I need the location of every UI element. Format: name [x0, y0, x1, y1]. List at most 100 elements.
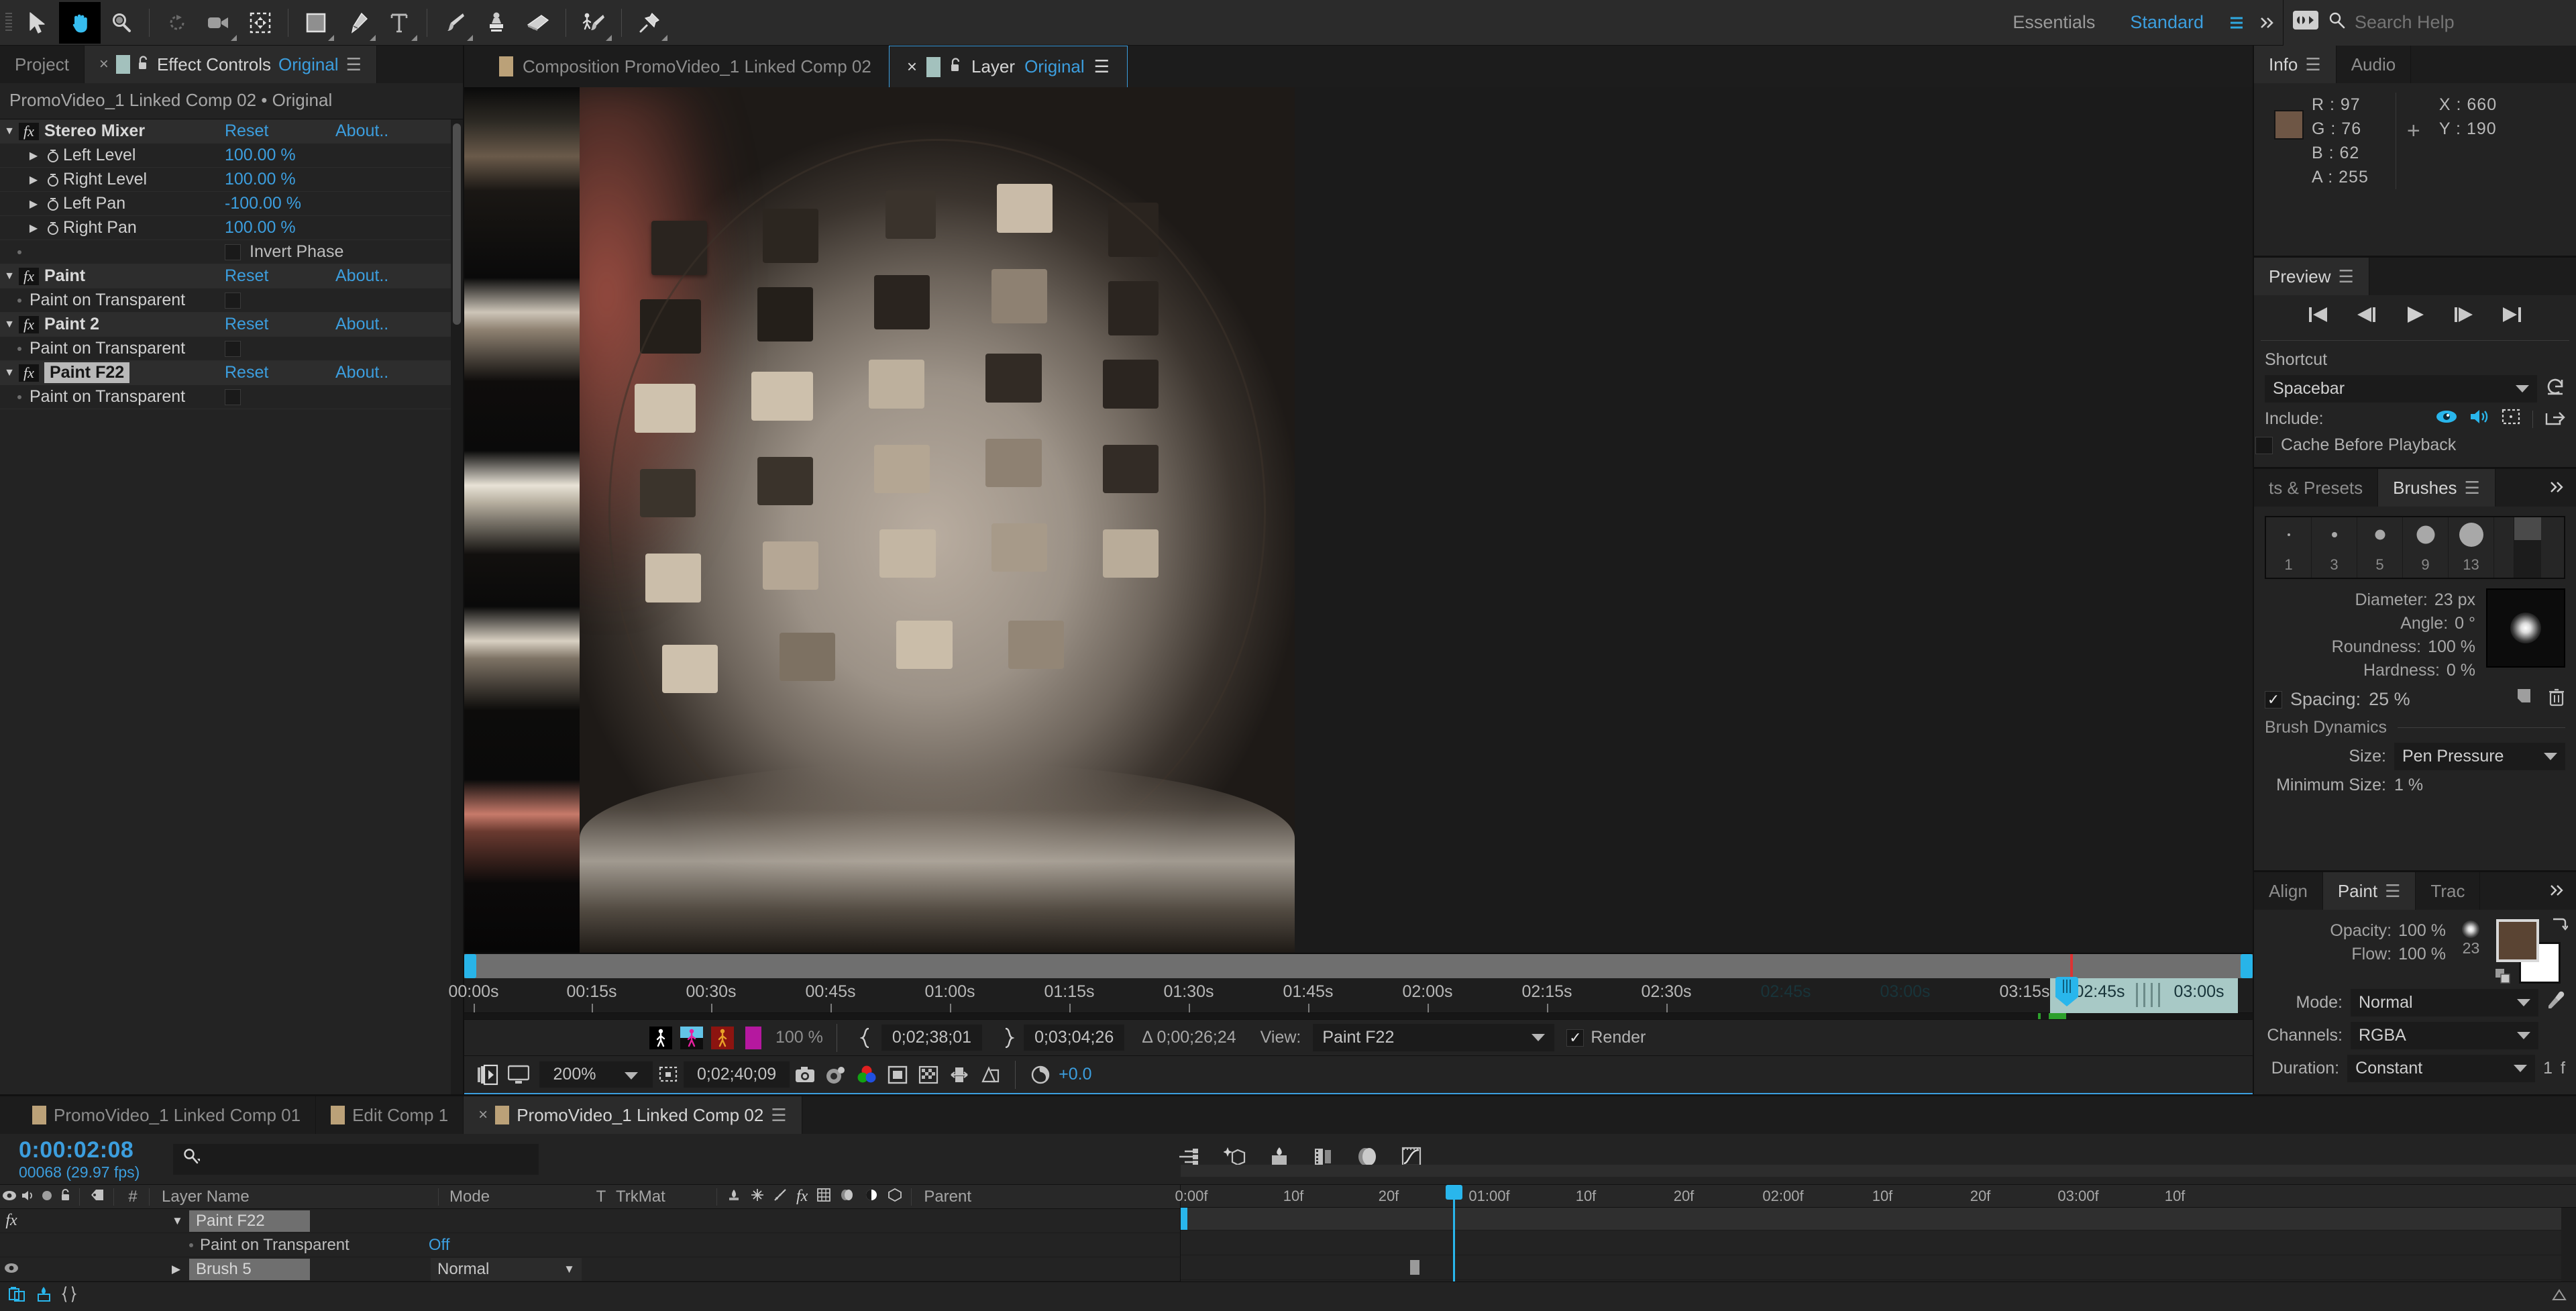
property-row-right-pan[interactable]: ▶ Right Pan 100.00 %: [0, 216, 463, 240]
panel-overflow-icon[interactable]: [2549, 881, 2567, 902]
paint-on-transparent-checkbox[interactable]: [225, 388, 241, 405]
reset-link[interactable]: Reset: [225, 121, 268, 141]
show-snapshot-icon[interactable]: [820, 1060, 851, 1090]
stopwatch-icon[interactable]: [43, 221, 63, 235]
lock-icon[interactable]: [950, 56, 962, 77]
diameter-value[interactable]: 23 px: [2434, 590, 2475, 610]
column-layer-name[interactable]: Layer Name: [150, 1188, 438, 1206]
layer-name[interactable]: Brush 5: [189, 1258, 310, 1280]
audio-include-icon[interactable]: [2469, 409, 2489, 429]
rotation-tool[interactable]: [156, 2, 198, 44]
close-icon[interactable]: ×: [907, 56, 917, 77]
brush-preset-5[interactable]: 5: [2357, 517, 2403, 578]
audio-toggle-icon[interactable]: [19, 1188, 38, 1206]
duration-frames[interactable]: 1: [2543, 1059, 2553, 1078]
switch-fx-icon[interactable]: fx: [796, 1188, 808, 1206]
layer-duration-bar[interactable]: [1181, 1208, 2576, 1230]
tab-brushes[interactable]: Brushes ☰: [2378, 469, 2496, 507]
effect-name[interactable]: Paint F22: [44, 362, 130, 383]
reset-link[interactable]: Reset: [225, 315, 268, 334]
brush-preset-13[interactable]: 13: [2449, 517, 2494, 578]
3d-view-icon[interactable]: [975, 1060, 1006, 1090]
tab-comp-01[interactable]: PromoVideo_1 Linked Comp 01: [17, 1096, 317, 1134]
brush-preset-9[interactable]: 9: [2403, 517, 2449, 578]
panel-menu-icon[interactable]: ☰: [2385, 881, 2400, 902]
tab-edit-comp-1[interactable]: Edit Comp 1: [316, 1096, 464, 1134]
property-row-left-pan[interactable]: ▶ Left Pan -100.00 %: [0, 192, 463, 216]
tab-tracker[interactable]: Trac: [2416, 872, 2481, 910]
panel-menu-icon[interactable]: ☰: [2338, 266, 2353, 287]
swap-colors-icon[interactable]: [2551, 916, 2569, 937]
toggle-alpha-boundary-icon[interactable]: [676, 1023, 707, 1053]
panel-menu-icon[interactable]: ☰: [771, 1105, 786, 1126]
brush-preset-1[interactable]: 1: [2266, 517, 2312, 578]
twirl-right-icon[interactable]: ▶: [24, 221, 43, 235]
always-preview-icon[interactable]: [472, 1060, 503, 1090]
timeline-graph[interactable]: 0:00f 10f 20f 01:00f 10f 20f 02:00f 10f …: [1175, 1165, 2576, 1281]
work-area-start-handle[interactable]: [464, 954, 476, 978]
reset-shortcut-icon[interactable]: [2545, 377, 2565, 401]
out-point-value[interactable]: 0;03;04;26: [1024, 1025, 1125, 1051]
tab-info[interactable]: Info ☰: [2254, 46, 2337, 83]
overflow-chevrons-icon[interactable]: [2252, 0, 2283, 46]
property-row-paint-on-transparent[interactable]: Paint on Transparent: [0, 289, 463, 313]
lock-icon[interactable]: [138, 54, 150, 75]
keyframe-marker[interactable]: [1410, 1260, 1419, 1275]
mode-dropdown[interactable]: Normal: [2351, 989, 2538, 1016]
alpha-color-swatch[interactable]: [738, 1023, 769, 1053]
cache-before-playback-checkbox[interactable]: [2255, 436, 2273, 454]
tab-composition-viewer[interactable]: Composition PromoVideo_1 Linked Comp 02: [482, 46, 889, 87]
mask-mode-icon[interactable]: [944, 1060, 975, 1090]
switch-3d-layer-icon[interactable]: [888, 1188, 902, 1206]
workspace-menu-icon[interactable]: [2221, 0, 2252, 46]
hand-tool[interactable]: [59, 1, 101, 44]
viewer-time-ruler[interactable]: 02:45s 03:00s 00:00s 00:15s 00:30s 00:45…: [448, 977, 2253, 1013]
about-link[interactable]: About..: [335, 315, 388, 334]
twirl-right-icon[interactable]: ▶: [172, 1263, 189, 1276]
video-toggle-icon[interactable]: [0, 1188, 19, 1206]
stopwatch-icon[interactable]: [43, 197, 63, 211]
solo-toggle-icon[interactable]: [38, 1188, 56, 1206]
minimum-size-value[interactable]: 1 %: [2394, 776, 2565, 795]
render-checkbox[interactable]: ✓: [1566, 1029, 1585, 1047]
current-time-indicator[interactable]: [2055, 977, 2078, 1006]
table-row[interactable]: ▶ Brush 5 Normal ▼: [0, 1257, 1180, 1281]
invert-phase-checkbox[interactable]: [225, 244, 241, 260]
zoom-level[interactable]: 200%: [539, 1061, 610, 1088]
layer-name[interactable]: Paint F22: [189, 1210, 310, 1232]
property-row-paint-on-transparent[interactable]: Paint on Transparent: [0, 385, 463, 409]
table-row[interactable]: Paint on Transparent Off: [0, 1233, 1180, 1257]
reset-link[interactable]: Reset: [225, 266, 268, 286]
twirl-down-icon[interactable]: ▼: [172, 1214, 189, 1228]
timeline-vertical-scrollbar[interactable]: [2561, 1208, 2576, 1281]
twirl-down-icon[interactable]: ▼: [0, 319, 19, 331]
shortcut-dropdown[interactable]: Spacebar: [2265, 375, 2537, 403]
in-point-value[interactable]: 0;02;38;01: [881, 1025, 983, 1051]
column-mode[interactable]: Mode: [439, 1188, 586, 1206]
twirl-right-icon[interactable]: ▶: [24, 197, 43, 211]
property-value[interactable]: 100.00 %: [225, 218, 296, 238]
label-color-icon[interactable]: [84, 1188, 111, 1206]
clone-stamp-tool[interactable]: [476, 2, 517, 44]
switch-3d-icon[interactable]: [727, 1188, 741, 1206]
switch-effects-icon[interactable]: [751, 1188, 764, 1206]
switch-collapse-icon[interactable]: [840, 1188, 855, 1206]
brush-preset-strip[interactable]: 1 3 5 9 13: [2265, 516, 2565, 580]
lock-toggle-icon[interactable]: [56, 1188, 75, 1206]
pen-tool[interactable]: [337, 2, 378, 44]
tab-effect-controls[interactable]: × Effect Controls Original ☰: [84, 46, 377, 83]
pan-behind-tool[interactable]: [239, 2, 281, 44]
column-t[interactable]: T: [586, 1188, 616, 1206]
blend-mode-dropdown[interactable]: Normal ▼: [431, 1257, 582, 1281]
timeline-time-display[interactable]: 0:00:02:08 00068 (29.97 fps): [19, 1137, 173, 1182]
property-row-invert-phase[interactable]: Invert Phase: [0, 240, 463, 264]
timeline-zoom-slider[interactable]: [2551, 1286, 2568, 1307]
column-trkmat[interactable]: TrkMat: [616, 1188, 716, 1206]
search-input[interactable]: [2355, 12, 2576, 33]
about-link[interactable]: About..: [335, 266, 388, 286]
transparency-grid-icon[interactable]: [913, 1060, 944, 1090]
effect-row-stereo-mixer[interactable]: ▼ fx Stereo Mixer Reset About..: [0, 119, 463, 144]
transparency-value[interactable]: 100 %: [775, 1028, 823, 1047]
viewer-timecode[interactable]: 0;02;40;09: [684, 1061, 790, 1088]
toggle-graph-icon[interactable]: [61, 1286, 77, 1308]
